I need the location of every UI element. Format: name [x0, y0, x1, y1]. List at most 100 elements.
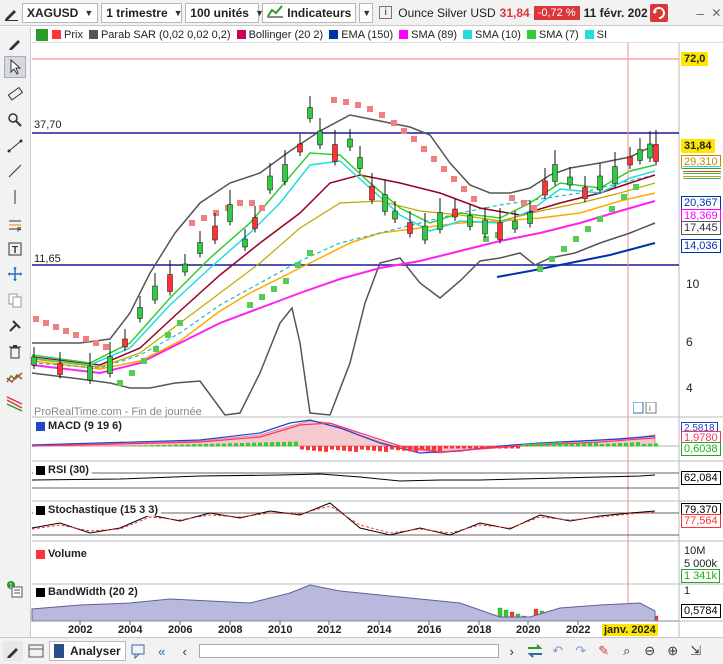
macd-bar: [492, 446, 496, 449]
macd-bar: [156, 445, 160, 447]
y-tick-6: 6: [686, 335, 693, 349]
sar-dot: [259, 294, 265, 300]
macd-bar: [126, 445, 130, 447]
legend-item-more[interactable]: SI: [584, 29, 607, 41]
macd-pane-title[interactable]: MACD (9 19 6): [33, 420, 125, 432]
bandwidth-value: 0,5784: [681, 604, 721, 618]
legend-item-prix[interactable]: Prix: [52, 29, 83, 41]
macd-bar: [234, 443, 238, 447]
chart-area[interactable]: [0, 43, 723, 638]
chat-icon[interactable]: [129, 641, 149, 661]
zoom-in-icon[interactable]: ⊕: [663, 641, 683, 661]
sar-dot: [83, 336, 89, 342]
bandwidth-pane-title[interactable]: BandWidth (20 2): [33, 586, 141, 598]
legend-item-ema150[interactable]: EMA (150): [329, 29, 393, 41]
sar-dot: [271, 286, 277, 292]
candle-body: [57, 363, 63, 375]
sar-dot: [295, 262, 301, 268]
close-icon[interactable]: ✕: [710, 3, 723, 23]
analyser-button[interactable]: Analyser: [49, 641, 126, 661]
sar-dot: [585, 226, 591, 232]
legend-item-sma89[interactable]: SMA (89): [399, 29, 457, 41]
x-axis-year-label: 2010: [268, 624, 293, 636]
macd-bar: [438, 446, 442, 452]
macd-bar: [240, 443, 244, 447]
legend-swatch: [236, 30, 246, 39]
macd-bar: [648, 443, 652, 447]
bandwidth-tick-1: 1: [684, 585, 691, 597]
macd-bar: [372, 446, 376, 451]
macd-bar: [408, 446, 412, 452]
scroll-first-icon[interactable]: «: [152, 641, 172, 661]
draw-mode-icon[interactable]: ✎: [594, 641, 614, 661]
volume-pane-title[interactable]: Volume: [33, 548, 90, 560]
sar-dot: [141, 358, 147, 364]
legend-item-bollinger[interactable]: Bollinger (20 2): [236, 29, 323, 41]
candle-body: [267, 175, 273, 191]
macd-bar: [258, 442, 262, 447]
macd-bar: [552, 442, 556, 447]
candle-body: [497, 222, 503, 240]
stochastic-pane-title[interactable]: Stochastique (15 3 3): [33, 504, 162, 516]
minimize-icon[interactable]: –: [694, 3, 707, 23]
price-box-bollinger: 17,445: [681, 221, 721, 235]
zoom-out-icon[interactable]: ⊖: [640, 641, 660, 661]
sar-dot: [129, 370, 135, 376]
redo-icon[interactable]: ↷: [571, 641, 591, 661]
scroll-right-icon[interactable]: ›: [502, 641, 522, 661]
candle-body: [317, 130, 323, 146]
macd-bar: [396, 446, 400, 451]
macd-bar: [426, 446, 430, 451]
macd-bar: [528, 443, 532, 447]
sar-dot: [421, 146, 427, 152]
macd-bar: [162, 444, 166, 447]
info-icon: i: [379, 6, 393, 19]
layout-icon[interactable]: [26, 641, 46, 661]
candle-body: [382, 194, 388, 212]
edit-icon[interactable]: [3, 641, 23, 661]
macd-value-3: 0,6038: [681, 442, 721, 456]
instrument-info: i Ounce Silver USD 31,84 -0,72 % 11 févr…: [379, 3, 648, 23]
macd-bar: [324, 446, 328, 452]
units-select[interactable]: 100 unités ▼: [185, 2, 264, 23]
legend-item-sar[interactable]: Parab SAR (0,02 0,02 0,2): [88, 29, 231, 41]
indicators-label: Indicateurs: [287, 5, 352, 20]
legend-item-sma10[interactable]: SMA (10): [463, 29, 521, 41]
x-axis-year-label: 2022: [566, 624, 591, 636]
macd-bar: [132, 445, 136, 447]
candle-body: [182, 263, 188, 273]
macd-bar: [198, 444, 202, 447]
pane-settings-icon[interactable]: i: [632, 401, 657, 417]
period-select[interactable]: 1 trimestre ▼: [101, 2, 183, 23]
zoom-region-icon[interactable]: ⌕: [617, 641, 637, 661]
scrollbar[interactable]: [198, 644, 499, 658]
scroll-left-icon[interactable]: ‹: [175, 641, 195, 661]
price-box-last: 31,84: [681, 139, 715, 153]
sync-icon[interactable]: [525, 641, 545, 661]
sar-dot: [189, 220, 195, 226]
macd-bar: [612, 443, 616, 447]
candle-body: [552, 164, 558, 182]
undo-icon[interactable]: ↶: [548, 641, 568, 661]
sar-dot: [597, 216, 603, 222]
bandwidth-title-text: BandWidth (20 2): [48, 586, 138, 598]
x-axis-year-label: 2008: [218, 624, 243, 636]
indicators-button[interactable]: Indicateurs: [262, 2, 357, 23]
symbol-select[interactable]: XAGUSD ▼: [22, 2, 99, 23]
legend-item-sma7[interactable]: SMA (7): [526, 29, 579, 41]
symbol-value: XAGUSD: [27, 5, 79, 20]
rsi-pane-title[interactable]: RSI (30): [33, 464, 92, 476]
pane-color-icon: [36, 505, 45, 515]
pencil-icon[interactable]: [3, 3, 19, 23]
candle-body: [242, 238, 248, 248]
macd-bar: [270, 442, 274, 447]
sar-dot: [259, 205, 265, 211]
legend-handle-icon[interactable]: [36, 28, 48, 41]
macd-bar: [138, 445, 142, 447]
sar-dot: [483, 236, 489, 242]
sar-dot: [237, 200, 243, 206]
indicators-dropdown[interactable]: ▼: [359, 2, 374, 23]
candle-body: [627, 156, 633, 166]
fit-icon[interactable]: ⇲: [686, 641, 706, 661]
refresh-icon[interactable]: [649, 3, 668, 23]
